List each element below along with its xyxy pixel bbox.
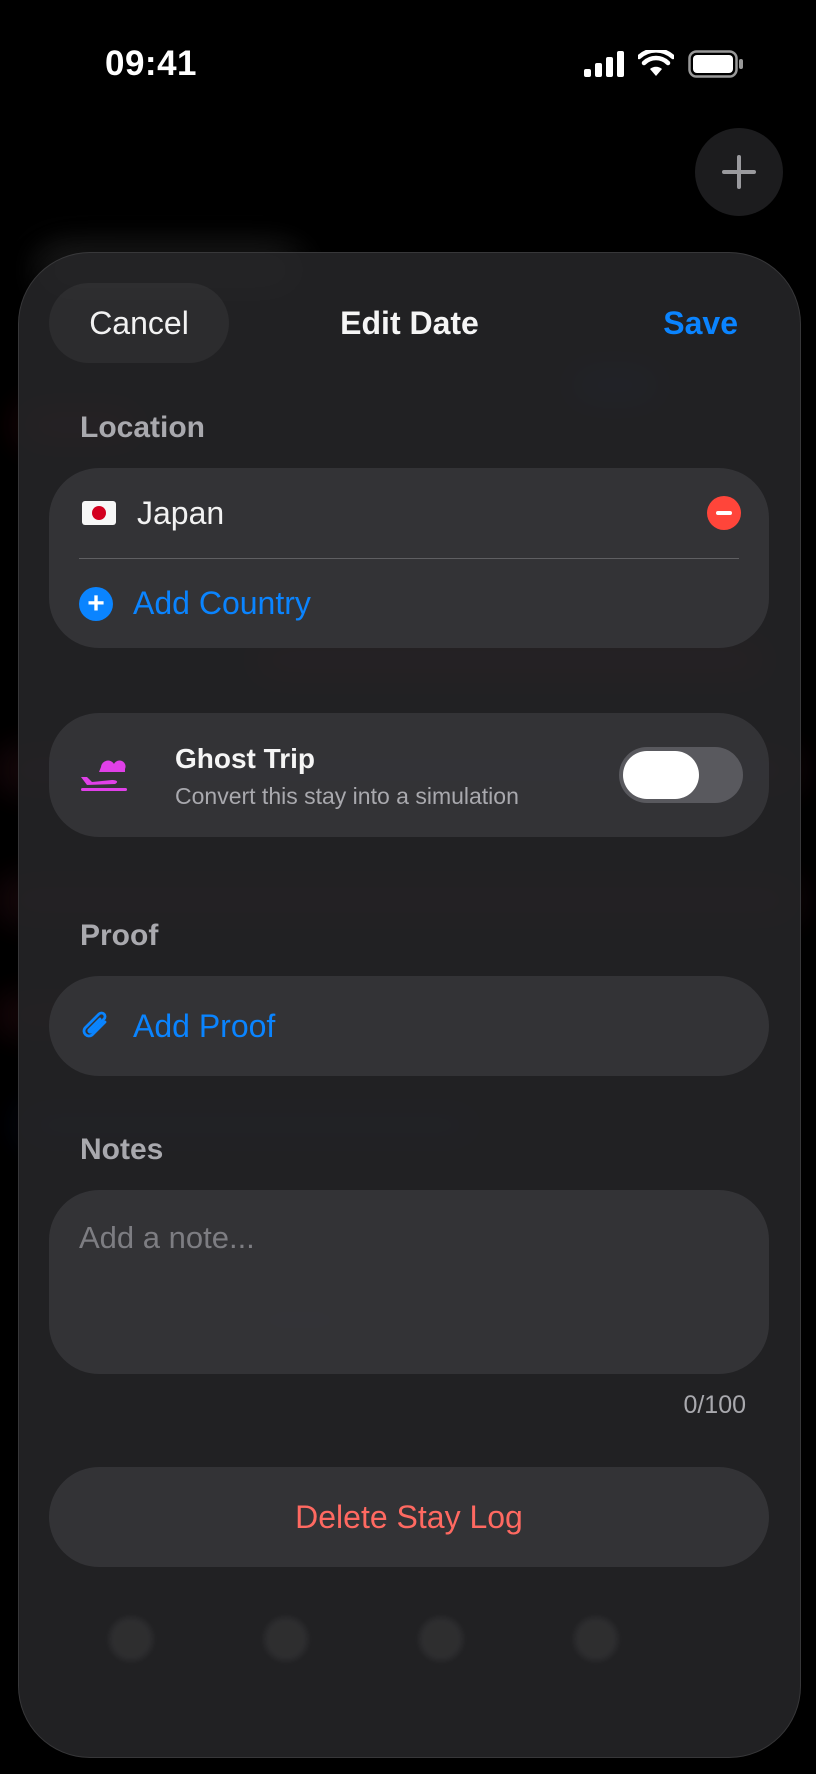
cellular-signal-icon <box>584 51 624 77</box>
toggle-knob <box>623 751 699 799</box>
ghost-trip-card: Ghost Trip Convert this stay into a simu… <box>49 713 769 837</box>
plus-icon <box>722 155 756 189</box>
status-time: 09:41 <box>105 44 198 83</box>
country-row: Japan <box>49 468 769 558</box>
notes-character-counter: 0/100 <box>683 1391 746 1419</box>
ghost-trip-subtitle: Convert this stay into a simulation <box>175 783 519 809</box>
wifi-icon <box>638 50 674 76</box>
add-proof-label: Add Proof <box>133 1007 276 1044</box>
save-button[interactable]: Save <box>663 305 738 342</box>
add-circle-icon: + <box>79 586 113 621</box>
add-country-label: Add Country <box>133 585 311 621</box>
add-country-button[interactable]: + Add Country <box>49 559 769 648</box>
edit-date-sheet: Cancel Edit Date Save Location Japan + A… <box>18 252 801 1758</box>
background-tab-bar <box>19 1597 800 1717</box>
ghost-trip-icon <box>81 760 127 791</box>
country-name: Japan <box>137 494 225 531</box>
location-section-label: Location <box>80 411 205 444</box>
ghost-trip-title: Ghost Trip <box>175 743 315 774</box>
location-card: Japan + Add Country <box>49 468 769 648</box>
proof-section-label: Proof <box>80 919 159 952</box>
paperclip-icon <box>82 1011 107 1038</box>
add-button[interactable] <box>695 128 783 216</box>
add-proof-button[interactable]: Add Proof <box>49 976 769 1076</box>
delete-stay-log-button[interactable]: Delete Stay Log <box>49 1467 769 1567</box>
notes-section-label: Notes <box>80 1133 164 1166</box>
proof-card: Add Proof <box>49 976 769 1076</box>
status-bar: 09:41 <box>0 0 816 130</box>
remove-country-icon[interactable] <box>707 496 741 530</box>
battery-icon <box>688 50 743 78</box>
notes-placeholder: Add a note... <box>79 1220 255 1255</box>
status-icons <box>584 50 744 78</box>
sheet-nav-bar: Cancel Edit Date Save <box>19 253 800 383</box>
notes-field[interactable]: Add a note... <box>49 1190 769 1374</box>
ghost-trip-toggle[interactable] <box>619 747 743 803</box>
japan-flag-icon <box>82 501 116 525</box>
